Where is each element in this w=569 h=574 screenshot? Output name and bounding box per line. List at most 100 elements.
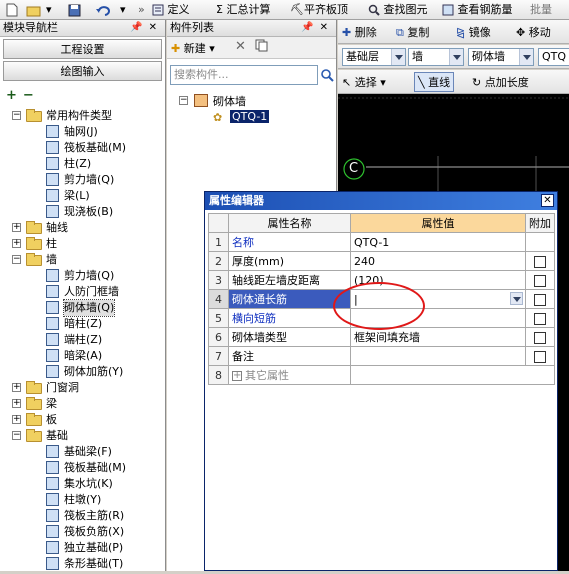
new-component-button[interactable]: ✚ 新建 ▾ (171, 40, 215, 56)
tree-item[interactable]: 人防门框墙 (0, 284, 165, 300)
tree-item[interactable]: 筏板主筋(R) (0, 508, 165, 524)
move-button[interactable]: ✥ 移动 (516, 24, 551, 40)
new-file-icon[interactable] (6, 1, 18, 18)
tree-item[interactable]: 剪力墙(Q) (0, 172, 165, 188)
tree-item[interactable]: 端柱(Z) (0, 332, 165, 348)
expand-all-icon[interactable]: + (6, 88, 17, 103)
category-select[interactable]: 墙 (408, 48, 464, 66)
collapse-icon[interactable]: − (12, 111, 21, 120)
tree-folder[interactable]: + 梁 (0, 396, 165, 412)
tree-item-label: 柱墩(Y) (64, 493, 102, 506)
tree-folder[interactable]: − 常用构件类型 (0, 108, 165, 124)
component-tree-item[interactable]: ✿ QTQ-1 (177, 110, 327, 126)
view-rebar-button[interactable]: 查看钢筋量 (442, 1, 513, 18)
define-button[interactable]: 定义 (152, 1, 190, 18)
expand-icon[interactable]: + (12, 399, 21, 408)
collapse-icon[interactable]: − (179, 96, 188, 105)
tree-item[interactable]: 条形基础(T) (0, 556, 165, 572)
dropdown-arrow-icon[interactable]: ▾ (120, 1, 126, 18)
attach-checkbox[interactable] (534, 274, 546, 287)
tree-item[interactable]: 筏板基础(M) (0, 140, 165, 156)
tree-item[interactable]: 砌体加筋(Y) (0, 364, 165, 380)
tree-item[interactable]: 柱墩(Y) (0, 492, 165, 508)
tree-item[interactable]: 剪力墙(Q) (0, 268, 165, 284)
close-icon[interactable]: ✕ (320, 22, 334, 33)
tree-item[interactable]: 集水坑(K) (0, 476, 165, 492)
property-value[interactable] (350, 346, 526, 366)
attach-checkbox[interactable] (534, 312, 546, 325)
collapse-icon[interactable]: − (12, 255, 21, 264)
cursor-icon: ↖ (342, 76, 352, 89)
sum-calc-button[interactable]: Σ 汇总计算 (216, 1, 270, 18)
undo-icon[interactable] (96, 1, 110, 18)
attach-checkbox[interactable] (534, 331, 546, 344)
tree-folder[interactable]: − 墙 (0, 252, 165, 268)
dropdown-arrow-icon[interactable]: ▾ (46, 1, 52, 18)
expand-icon[interactable]: + (12, 239, 21, 248)
collapse-icon[interactable]: − (12, 431, 21, 440)
property-row[interactable]: 8 + 其它属性 (208, 365, 555, 385)
copy-icon[interactable] (255, 39, 268, 55)
tree-item[interactable]: 筏板负筋(X) (0, 524, 165, 540)
property-row[interactable]: 1 名称 QTQ-1 (208, 232, 555, 252)
batch-button[interactable]: 批量 (530, 1, 552, 18)
tree-folder[interactable]: + 轴线 (0, 220, 165, 236)
pin-icon[interactable]: 📌 (301, 22, 319, 33)
attach-checkbox[interactable] (534, 293, 546, 306)
tree-item[interactable]: 独立基础(P) (0, 540, 165, 556)
property-row[interactable]: 2 厚度(mm) 240 (208, 251, 555, 271)
delete-icon[interactable]: ✕ (235, 39, 246, 54)
point-length-button[interactable]: ↻ 点加长度 (472, 74, 529, 90)
tree-item[interactable]: 暗柱(Z) (0, 316, 165, 332)
tree-folder[interactable]: + 门窗洞 (0, 380, 165, 396)
expand-icon[interactable]: + (232, 371, 242, 381)
expand-icon[interactable]: + (12, 383, 21, 392)
select-button[interactable]: ↖ 选择 ▾ (342, 74, 386, 90)
mirror-button[interactable]: ⧎ 镜像 (456, 24, 491, 40)
property-row[interactable]: 7 备注 (208, 346, 555, 366)
collapse-all-icon[interactable]: − (23, 88, 34, 103)
tree-item[interactable]: 现浇板(B) (0, 204, 165, 220)
tree-item[interactable]: 砌体墙(Q) (0, 299, 165, 317)
drawing-input-button[interactable]: 绘图输入 (3, 61, 162, 81)
open-folder-icon[interactable] (26, 1, 42, 18)
tree-item[interactable]: 基础梁(F) (0, 444, 165, 460)
floor-select[interactable]: 基础层 (342, 48, 406, 66)
tree-folder[interactable]: − 基础 (0, 428, 165, 444)
overflow-icon[interactable]: » (138, 1, 145, 18)
tree-folder[interactable]: + 柱 (0, 236, 165, 252)
flat-slab-top-button[interactable]: ⛏平齐板顶 (290, 1, 348, 18)
attach-checkbox[interactable] (534, 255, 546, 268)
property-value[interactable]: QTQ-1 (350, 232, 526, 252)
tree-item[interactable]: 柱(Z) (0, 156, 165, 172)
chevron-down-icon[interactable] (510, 292, 523, 305)
property-value[interactable]: 240 (350, 251, 526, 271)
close-icon[interactable]: ✕ (149, 22, 163, 33)
expand-icon[interactable]: + (12, 223, 21, 232)
search-icon[interactable] (319, 65, 335, 85)
delete-button[interactable]: ✚ 删除 (342, 24, 377, 40)
tree-item[interactable]: 筏板基础(M) (0, 460, 165, 476)
tree-item[interactable]: 暗梁(A) (0, 348, 165, 364)
property-row[interactable]: 6 砌体墙类型 框架间填充墙 (208, 327, 555, 347)
type-select[interactable]: 砌体墙 (468, 48, 534, 66)
pin-icon[interactable]: 📌 (130, 22, 148, 33)
attach-cell (525, 327, 555, 347)
flat-slab-top-label: 平齐板顶 (303, 3, 348, 16)
save-icon[interactable] (68, 1, 81, 18)
close-icon[interactable]: ✕ (541, 194, 554, 207)
copy-button[interactable]: ⧉ 复制 (396, 24, 429, 40)
component-search-input[interactable]: 搜索构件... (170, 65, 318, 85)
component-select[interactable]: QTQ (538, 48, 569, 66)
expand-icon[interactable]: + (12, 415, 21, 424)
line-button[interactable]: ╲ 直线 (414, 72, 455, 92)
component-tree-root[interactable]: − 砌体墙 (177, 93, 327, 109)
tree-folder[interactable]: + 板 (0, 412, 165, 428)
project-settings-button[interactable]: 工程设置 (3, 39, 162, 59)
property-editor-title-bar[interactable]: 属性编辑器 ✕ (205, 192, 557, 210)
tree-item[interactable]: 轴网(J) (0, 124, 165, 140)
property-value[interactable]: 框架间填充墙 (350, 327, 526, 347)
attach-checkbox[interactable] (534, 350, 546, 363)
find-element-button[interactable]: 查找图元 (368, 1, 428, 18)
tree-item[interactable]: 梁(L) (0, 188, 165, 204)
